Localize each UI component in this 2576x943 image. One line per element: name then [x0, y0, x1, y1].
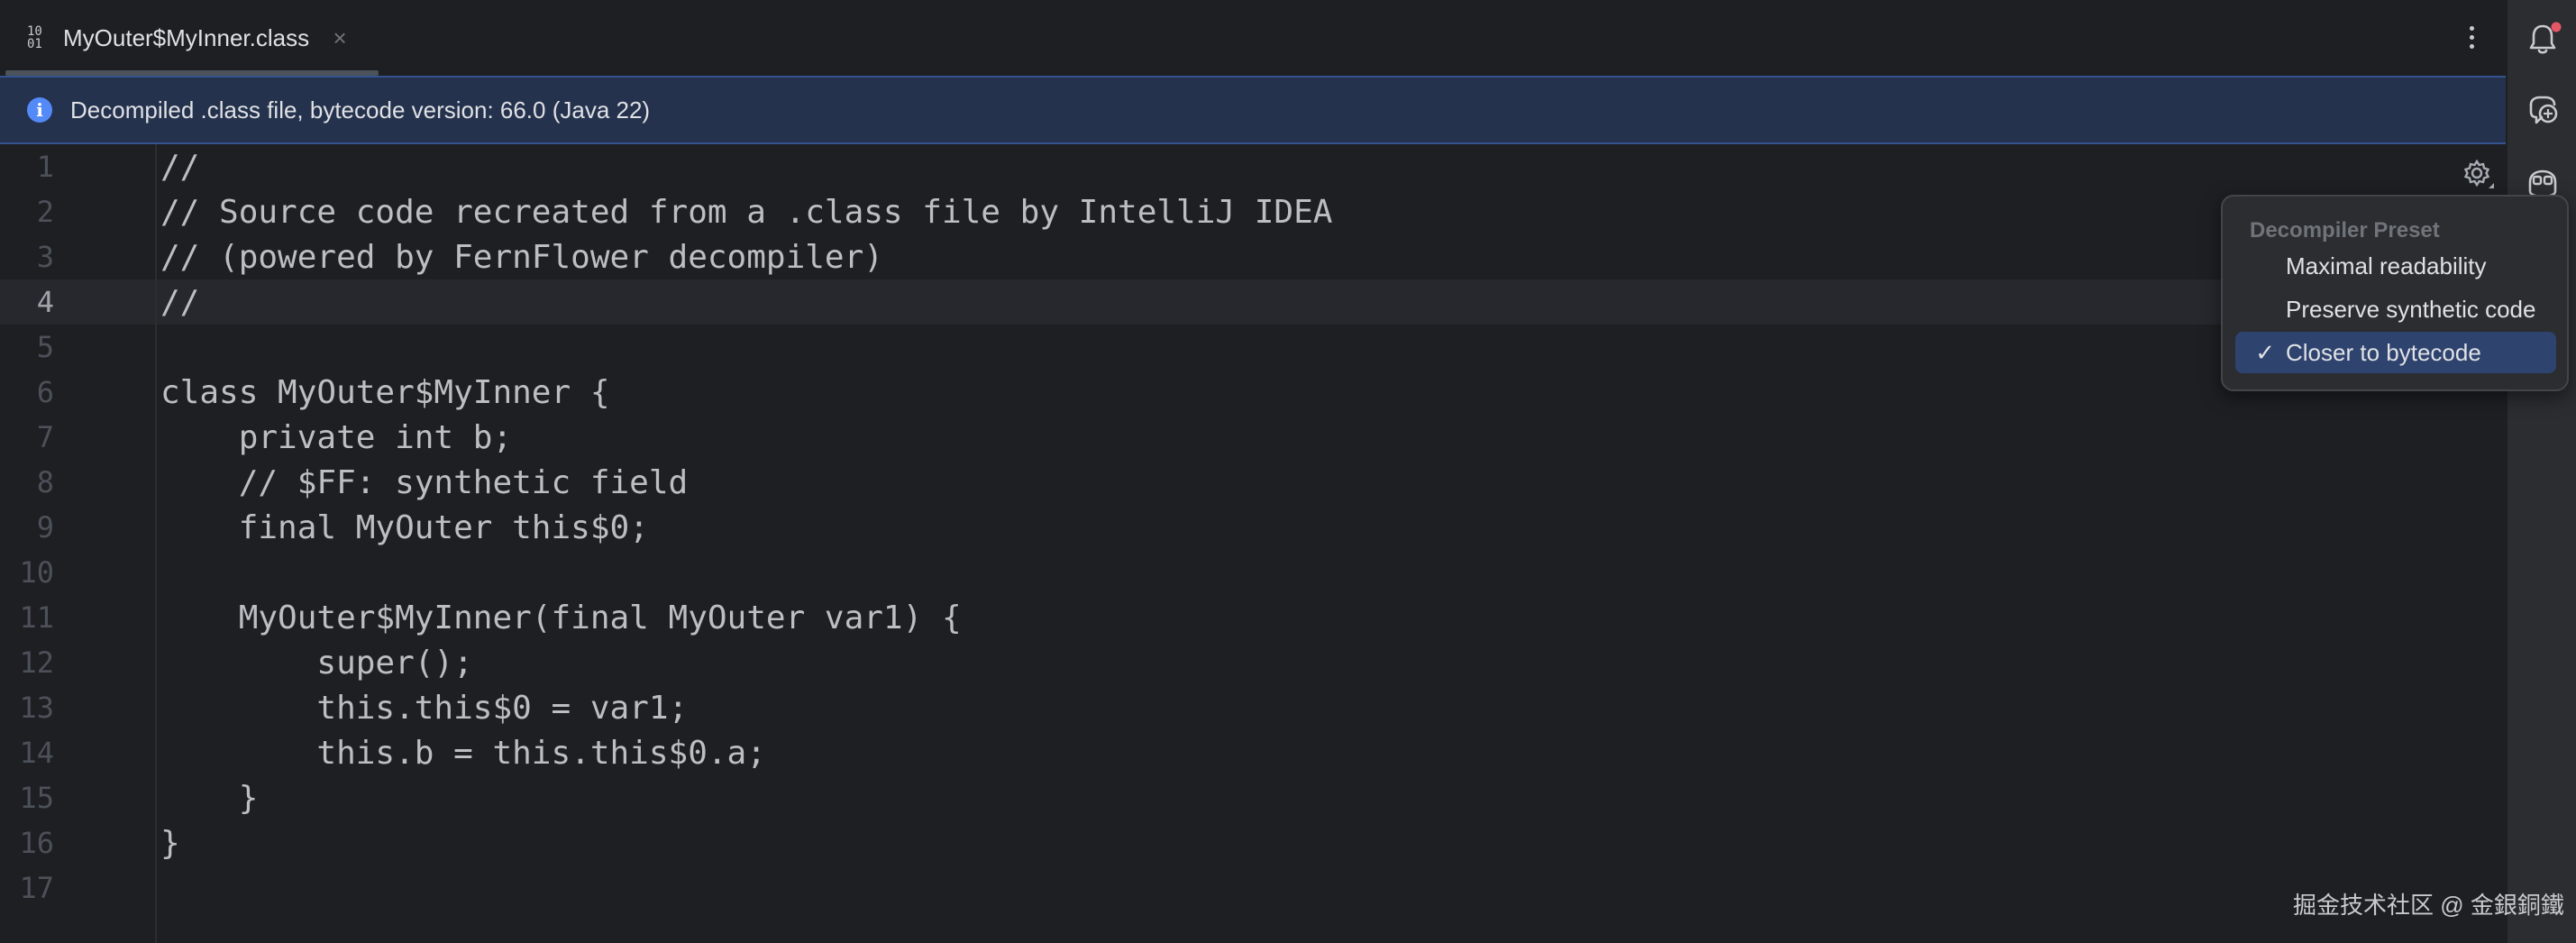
code-text: class MyOuter$MyInner { [160, 373, 610, 411]
code-line[interactable]: 12 super(); [0, 640, 2497, 685]
code-line[interactable]: 8 // $FF: synthetic field [0, 460, 2497, 505]
preset-preserve-synthetic-code[interactable]: Preserve synthetic code [2235, 288, 2556, 330]
line-number: 10 [19, 555, 54, 590]
code-line[interactable]: 17 [0, 865, 2497, 911]
bell-icon[interactable] [2524, 20, 2562, 58]
code-text: // (powered by FernFlower decompiler) [160, 238, 883, 276]
line-number: 15 [19, 781, 54, 815]
code-line[interactable]: 15 } [0, 775, 2497, 820]
ai-chat-icon[interactable] [2524, 92, 2562, 130]
line-number: 12 [19, 645, 54, 680]
gutter-divider [155, 144, 157, 943]
line-number: 2 [36, 195, 54, 229]
code-text: super(); [160, 644, 473, 682]
line-number: 7 [36, 420, 54, 454]
code-line[interactable]: 16} [0, 820, 2497, 865]
code-line[interactable]: 9 final MyOuter this$0; [0, 505, 2497, 550]
code-text: final MyOuter this$0; [160, 508, 649, 546]
more-vertical-icon[interactable] [2453, 16, 2489, 58]
code-text: } [160, 824, 180, 862]
line-number: 9 [36, 510, 54, 545]
code-line[interactable]: 5 [0, 325, 2497, 370]
popup-header: Decompiler Preset [2250, 218, 2440, 243]
code-text: } [160, 779, 259, 817]
info-icon: i [27, 97, 52, 123]
line-number: 11 [19, 600, 54, 635]
code-line[interactable]: 6 class MyOuter$MyInner { [0, 370, 2497, 415]
code-text: // [160, 148, 200, 186]
code-text: this.this$0 = var1; [160, 689, 689, 727]
line-number: 16 [19, 826, 54, 860]
decompiler-preset-popup: Decompiler Preset Maximal readability Pr… [2221, 195, 2569, 391]
code-text: private int b; [160, 418, 513, 456]
editor-tab-bar: 10 01 MyOuter$MyInner.class × [0, 0, 2506, 76]
code-text: // $FF: synthetic field [160, 463, 689, 501]
ide-window: 10 01 MyOuter$MyInner.class × i Decompil… [0, 0, 2576, 943]
code-line[interactable]: 7 private int b; [0, 415, 2497, 460]
close-icon[interactable]: × [329, 26, 351, 50]
code-line[interactable]: 2 // Source code recreated from a .class … [0, 189, 2497, 234]
line-number: 14 [19, 736, 54, 770]
code-text: this.b = this.this$0.a; [160, 734, 766, 772]
code-text: MyOuter$MyInner(final MyOuter var1) { [160, 599, 962, 636]
check-icon: ✓ [2255, 338, 2275, 366]
line-number: 8 [36, 465, 54, 499]
binary-file-icon: 10 01 [27, 24, 42, 51]
code-line[interactable]: 13 this.this$0 = var1; [0, 685, 2497, 730]
code-line[interactable]: 11 MyOuter$MyInner(final MyOuter var1) { [0, 595, 2497, 640]
editor-tab[interactable]: 10 01 MyOuter$MyInner.class × [0, 0, 379, 76]
code-text: // [160, 283, 200, 321]
line-number: 4 [36, 285, 54, 319]
code-line[interactable]: 10 [0, 550, 2497, 595]
banner-text: Decompiled .class file, bytecode version… [70, 96, 651, 124]
right-tool-strip [2506, 0, 2576, 943]
code-editor[interactable]: 17 16} 15 } 14 this.b = this.this$0.a; 13 th… [0, 144, 2506, 943]
tab-title: MyOuter$MyInner.class [63, 23, 310, 51]
code-line[interactable]: 14 this.b = this.this$0.a; [0, 730, 2497, 775]
code-line[interactable]: 3 // (powered by FernFlower decompiler) [0, 234, 2497, 279]
line-number: 1 [36, 150, 54, 184]
watermark: 掘金技术社区 @ 金銀銅鐵 [2293, 892, 2564, 919]
line-number: 13 [19, 691, 54, 725]
preset-maximal-readability[interactable]: Maximal readability [2235, 245, 2556, 287]
code-line[interactable]: 1 // [0, 144, 2497, 189]
line-number: 5 [36, 330, 54, 364]
code-text: // Source code recreated from a .class f… [160, 193, 1333, 231]
preset-closer-to-bytecode[interactable]: ✓ Closer to bytecode [2235, 332, 2556, 373]
line-number: 3 [36, 240, 54, 274]
line-number: 17 [19, 871, 54, 905]
gear-icon[interactable] [2461, 157, 2497, 193]
code-line[interactable]: 4 // [0, 279, 2497, 325]
decompiled-info-banner: i Decompiled .class file, bytecode versi… [0, 76, 2506, 144]
line-number: 6 [36, 375, 54, 409]
